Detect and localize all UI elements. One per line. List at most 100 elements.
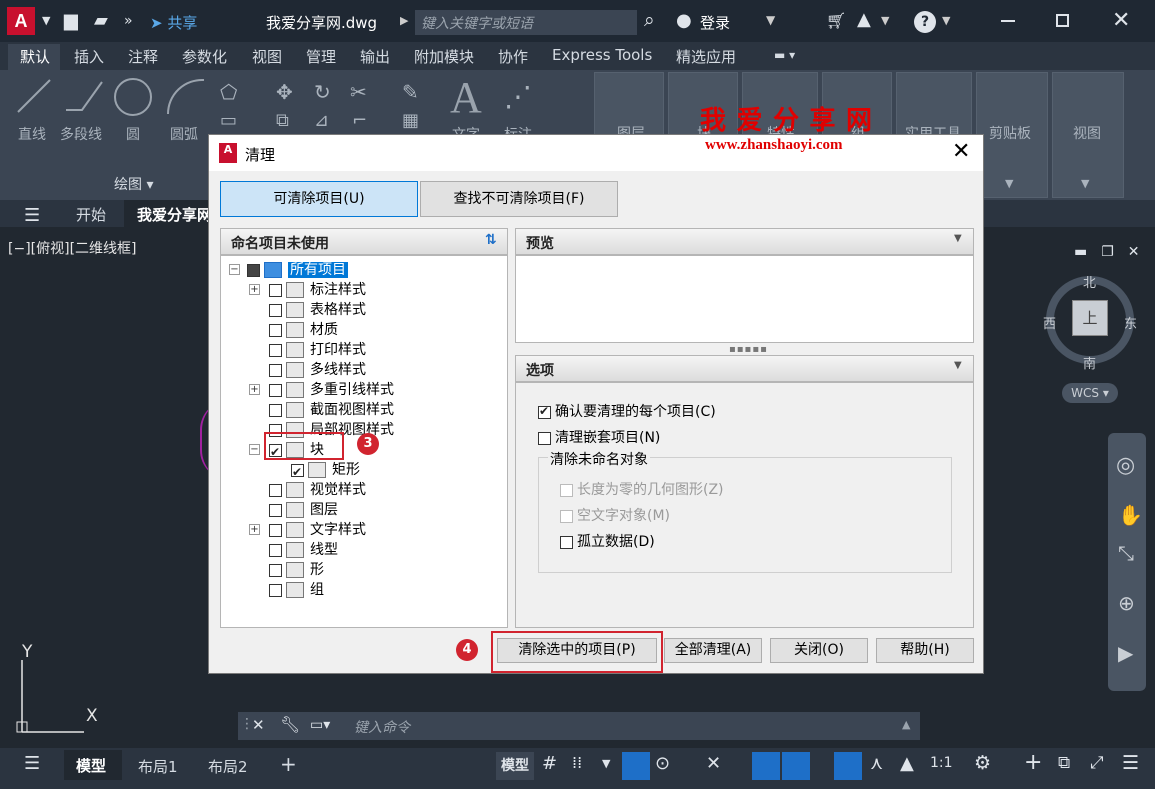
- tab-parametric[interactable]: 参数化: [182, 46, 227, 67]
- maximize-icon[interactable]: [1056, 14, 1069, 27]
- recent-commands-icon[interactable]: ▭▾: [310, 717, 330, 733]
- tree-item[interactable]: 矩形: [291, 460, 360, 482]
- mirror-tool-icon[interactable]: ⊿: [314, 110, 329, 131]
- viewcube-west[interactable]: 西: [1043, 313, 1056, 332]
- options-collapse-icon[interactable]: ▼: [954, 360, 962, 371]
- rectangle-tool-icon[interactable]: ▭: [220, 110, 237, 131]
- autodesk-app-icon[interactable]: ▲: [857, 9, 871, 30]
- option-purge-nested-checkbox[interactable]: [538, 431, 551, 445]
- orbit-icon[interactable]: ⊕: [1118, 591, 1135, 615]
- draw-panel-label[interactable]: 绘图 ▾: [114, 174, 153, 194]
- model-space-button[interactable]: 模型: [496, 752, 534, 780]
- tab-insert[interactable]: 插入: [74, 46, 104, 67]
- tree-item[interactable]: 截面视图样式: [269, 400, 394, 420]
- minimize-icon[interactable]: [1001, 20, 1015, 22]
- tree-item[interactable]: 标注样式: [269, 280, 366, 300]
- move-tool-icon[interactable]: ✥: [276, 80, 293, 104]
- option-confirm-each[interactable]: 确认要清理的每个项目(C): [538, 401, 716, 421]
- circle-tool-icon[interactable]: [112, 76, 154, 118]
- tab-annotate[interactable]: 注释: [128, 46, 158, 67]
- settings-gear-icon[interactable]: ⚙: [974, 752, 991, 774]
- ribbon-options-icon[interactable]: ▬ ▾: [774, 48, 795, 62]
- tab-collaborate[interactable]: 协作: [498, 46, 528, 67]
- erase-tool-icon[interactable]: ✎: [402, 80, 419, 104]
- auto-scale-icon[interactable]: ⋏: [870, 753, 883, 774]
- tree-item-checkbox[interactable]: [269, 543, 282, 557]
- annotation-visibility-toggle[interactable]: [834, 752, 862, 780]
- isolate-objects-icon[interactable]: ⧉: [1058, 753, 1070, 773]
- hamburger-menu-icon[interactable]: ☰: [24, 205, 40, 226]
- tree-item[interactable]: 视觉样式: [269, 480, 366, 500]
- tree-item-checkbox[interactable]: [269, 363, 282, 377]
- help-button[interactable]: 帮助(H): [876, 638, 974, 663]
- fillet-tool-icon[interactable]: ⌐: [352, 110, 367, 131]
- layout2-tab[interactable]: 布局2: [208, 756, 248, 777]
- polyline-tool-icon[interactable]: [62, 76, 106, 116]
- tab-addins[interactable]: 附加模块: [414, 46, 474, 67]
- tab-featured-apps[interactable]: 精选应用: [676, 46, 736, 67]
- current-file-tab[interactable]: 我爱分享网: [124, 200, 214, 227]
- tree-item-checkbox[interactable]: [269, 483, 282, 497]
- tree-expander-icon[interactable]: −: [229, 264, 240, 275]
- layout-menu-icon[interactable]: ☰: [24, 753, 40, 774]
- array-tool-icon[interactable]: ▦: [402, 110, 419, 131]
- customize-icon[interactable]: 🔧︎: [280, 715, 300, 734]
- tree-item-checkbox[interactable]: [269, 283, 282, 297]
- trim-tool-icon[interactable]: ✂: [350, 80, 367, 104]
- tree-expander-icon[interactable]: +: [249, 284, 260, 295]
- share-button[interactable]: ➤ 共享: [150, 12, 197, 33]
- tab-output[interactable]: 输出: [360, 46, 390, 67]
- annotation-scale-icon[interactable]: ▲: [900, 753, 914, 774]
- scale-value[interactable]: 1:1: [930, 755, 953, 771]
- option-confirm-each-checkbox[interactable]: [538, 404, 551, 419]
- snap-chevron-icon[interactable]: ▼: [602, 757, 610, 770]
- sort-icon[interactable]: ⇅: [485, 232, 497, 248]
- search-input[interactable]: 键入关键字或短语: [415, 10, 637, 35]
- arc-tool-icon[interactable]: [164, 76, 208, 118]
- login-chevron-icon[interactable]: ▼: [766, 13, 775, 27]
- options-panel-header[interactable]: 选项 ▼: [515, 355, 974, 382]
- dimension-tool-icon[interactable]: ⋰: [504, 80, 532, 113]
- fullscreen-icon[interactable]: ⤢: [1090, 753, 1104, 773]
- line-tool-label[interactable]: 直线: [18, 124, 46, 144]
- tree-item-checkbox[interactable]: [269, 403, 282, 417]
- copy-tool-icon[interactable]: ⧉: [276, 110, 289, 131]
- object-snap-tracking-toggle[interactable]: [752, 752, 780, 780]
- tree-item-checkbox[interactable]: [269, 303, 282, 317]
- title-chevron-icon[interactable]: ▶: [400, 14, 408, 27]
- app-menu-chevron-icon[interactable]: ▼: [42, 14, 50, 27]
- polar-tracking-icon[interactable]: ⊙: [655, 753, 670, 774]
- tab-purgeable-items[interactable]: 可清除项目(U): [220, 181, 418, 217]
- tree-item-checkbox[interactable]: [247, 263, 260, 277]
- tab-non-purgeable-items[interactable]: 查找不可清除项目(F): [420, 181, 618, 217]
- viewcube-east[interactable]: 东: [1124, 313, 1137, 332]
- viewcube-north[interactable]: 北: [1083, 272, 1096, 291]
- preview-collapse-icon[interactable]: ▼: [954, 233, 962, 244]
- tree-expander-icon[interactable]: +: [249, 384, 260, 395]
- tree-item[interactable]: 形: [269, 560, 324, 580]
- tree-item[interactable]: 打印样式: [269, 340, 366, 360]
- tree-item[interactable]: 表格样式: [269, 300, 366, 320]
- isodraft-icon[interactable]: ✕: [706, 753, 721, 774]
- viewport-minimize-icon[interactable]: ▬: [1074, 244, 1087, 260]
- viewport-close-icon[interactable]: ✕: [1128, 244, 1140, 260]
- text-tool-icon[interactable]: A: [450, 72, 482, 123]
- zoom-icon[interactable]: ⤡: [1118, 541, 1134, 565]
- tree-item-checkbox[interactable]: [269, 583, 282, 597]
- ortho-toggle[interactable]: [622, 752, 650, 780]
- wcs-menu[interactable]: WCS ▾: [1062, 383, 1118, 403]
- tree-expander-icon[interactable]: +: [249, 524, 260, 535]
- more-tools-icon[interactable]: »: [124, 13, 133, 29]
- cart-icon[interactable]: 🛒︎: [826, 11, 846, 30]
- tree-item[interactable]: 文字样式: [269, 520, 366, 540]
- tab-express-tools[interactable]: Express Tools: [552, 46, 652, 64]
- tree-item[interactable]: 多重引线样式: [269, 380, 394, 400]
- tree-item[interactable]: 材质: [269, 320, 338, 340]
- steering-wheel-icon[interactable]: ◎: [1116, 453, 1135, 478]
- tree-item-checkbox[interactable]: [269, 383, 282, 397]
- pan-icon[interactable]: ✋: [1118, 503, 1143, 527]
- autocad-logo-icon[interactable]: A: [7, 7, 35, 35]
- new-file-icon[interactable]: ▆: [64, 10, 78, 31]
- tab-view[interactable]: 视图: [252, 46, 282, 67]
- snap-icon[interactable]: ⁞⁞: [572, 753, 582, 772]
